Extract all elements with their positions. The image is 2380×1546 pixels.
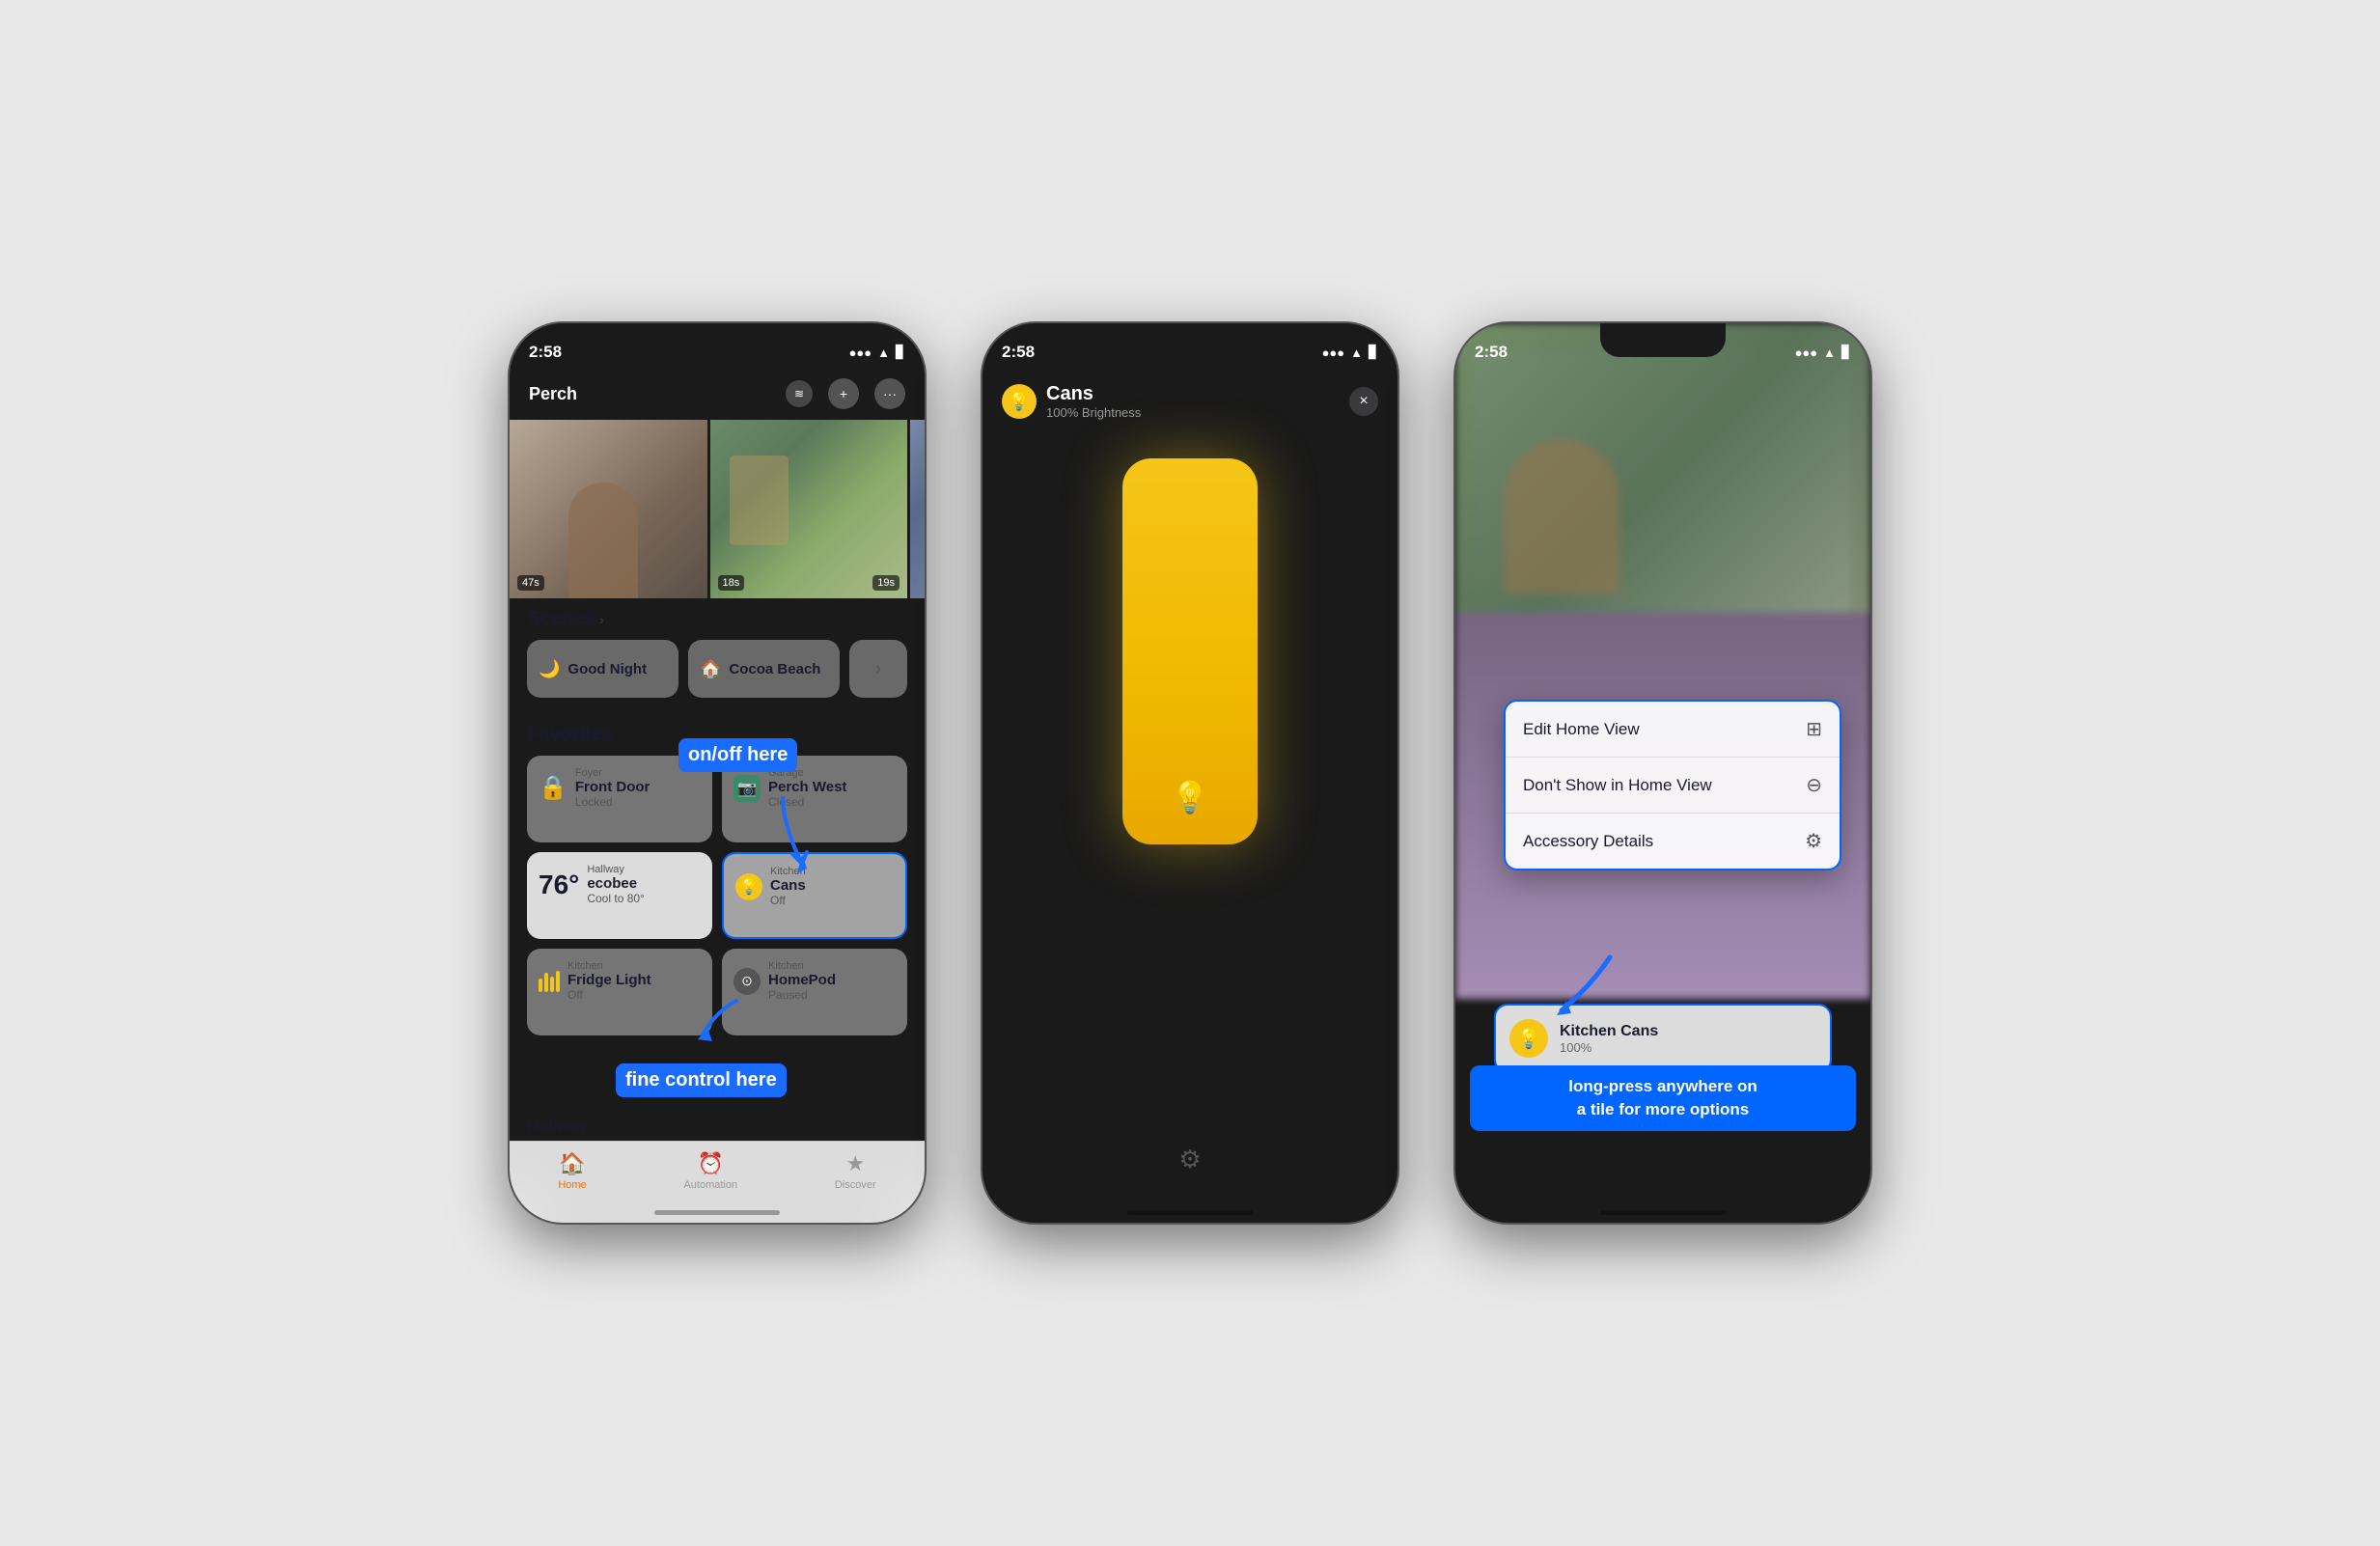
- fridge-icon: [539, 971, 560, 992]
- arch-shape: [730, 456, 789, 545]
- more-button[interactable]: ···: [874, 378, 905, 409]
- scene-good-night[interactable]: 🌙 Good Night: [527, 640, 678, 698]
- hallway-label: Hallway: [527, 1117, 588, 1136]
- chevron-right-icon: ›: [875, 658, 882, 680]
- context-menu: Edit Home View ⊞ Don't Show in Home View…: [1504, 700, 1841, 870]
- status-icons-3: ●●● ▲ ▊: [1795, 345, 1851, 360]
- add-button[interactable]: +: [828, 378, 859, 409]
- tab-home[interactable]: 🏠 Home: [558, 1151, 586, 1191]
- notch-3: [1600, 323, 1726, 357]
- discover-tab-icon: ★: [845, 1151, 865, 1176]
- context-accessory-details[interactable]: Accessory Details ⚙: [1506, 814, 1840, 869]
- notch-1: [654, 323, 780, 357]
- camera-strip[interactable]: 47s 18s 19s: [510, 420, 925, 598]
- camera-timestamp-3: 19s: [872, 575, 899, 591]
- annotation-fine-control: fine control here: [616, 1063, 787, 1097]
- battery-icon-3: ▊: [1841, 345, 1851, 360]
- bulb-visual[interactable]: 💡: [1122, 458, 1258, 844]
- home-indicator-3: [1600, 1210, 1726, 1215]
- bulb-icon: 💡: [735, 873, 762, 900]
- nav-title: Perch: [529, 384, 577, 404]
- tab-automation[interactable]: ⏰ Automation: [683, 1151, 737, 1191]
- home-indicator-2: [1127, 1210, 1253, 1215]
- fav-ecobee[interactable]: 76° Hallway ecobee Cool to 80°: [527, 852, 712, 939]
- gear-icon: ⚙: [1805, 829, 1822, 853]
- camera-icon: 📷: [733, 775, 761, 802]
- battery-icon-2: ▊: [1369, 345, 1378, 360]
- moon-icon: 🌙: [539, 659, 560, 679]
- home-tab-icon: 🏠: [559, 1151, 585, 1176]
- arrow-to-tile: [1542, 948, 1619, 1030]
- camera-tile-2[interactable]: 18s 19s: [710, 420, 908, 598]
- status-time-3: 2:58: [1475, 343, 1508, 362]
- home-indicator-1: [654, 1210, 780, 1215]
- signal-icon: ●●●: [849, 345, 872, 360]
- home-nav: Perch ≋ + ···: [510, 373, 925, 414]
- favorites-grid: 🔒 Foyer Front Door Locked 📷 Garage: [527, 756, 907, 939]
- cans-bulb-icon: 💡: [1002, 384, 1037, 419]
- scene-tiles: 🌙 Good Night 🏠 Cocoa Beach ›: [527, 640, 907, 698]
- phone-1: 2:58 ●●● ▲ ▊ Perch ≋ + ···: [510, 323, 925, 1223]
- cans-close-button[interactable]: ×: [1349, 387, 1378, 416]
- cans-gear-icon[interactable]: ⚙: [1178, 1145, 1201, 1174]
- phone3-annotation-text: long-press anywhere ona tile for more op…: [1470, 1065, 1856, 1131]
- wifi-icon-3: ▲: [1823, 345, 1836, 360]
- status-icons-1: ●●● ▲ ▊: [849, 345, 905, 360]
- signal-icon-2: ●●●: [1322, 345, 1345, 360]
- notch-2: [1127, 323, 1253, 357]
- camera-timestamp-2: 18s: [718, 575, 745, 591]
- cans-header-left: 💡 Cans 100% Brightness: [1002, 383, 1141, 420]
- lock-icon: 🔒: [539, 774, 567, 802]
- nav-icons: ≋ + ···: [786, 378, 905, 409]
- camera-timestamp-1: 47s: [517, 575, 544, 591]
- wifi-icon-2: ▲: [1350, 345, 1363, 360]
- fav-homepod[interactable]: ⊙ Kitchen HomePod Paused: [722, 949, 907, 1035]
- grid-icon: ⊞: [1806, 717, 1822, 741]
- fav-fridge-light[interactable]: Kitchen Fridge Light Off: [527, 949, 712, 1035]
- context-edit-home-view[interactable]: Edit Home View ⊞: [1506, 702, 1840, 758]
- status-time-2: 2:58: [1002, 343, 1035, 362]
- annotation-onoff: on/off here: [678, 738, 797, 772]
- phone-3: 2:58 ●●● ▲ ▊ Edit Home View ⊞ Don't Show…: [1455, 323, 1870, 1223]
- signal-icon-3: ●●●: [1795, 345, 1818, 360]
- bulb-bottom-icon: 💡: [1171, 779, 1209, 815]
- tab-discover[interactable]: ★ Discover: [835, 1151, 876, 1191]
- phone3-annotation: long-press anywhere ona tile for more op…: [1470, 1065, 1856, 1131]
- status-icons-2: ●●● ▲ ▊: [1322, 345, 1378, 360]
- camera-tile-1[interactable]: 47s: [510, 420, 707, 598]
- phone-2: 2:58 ●●● ▲ ▊ 💡 Cans 100% Brightness ×: [982, 323, 1398, 1223]
- scene-more[interactable]: ›: [849, 640, 907, 698]
- minus-circle-icon: ⊖: [1806, 773, 1822, 797]
- house-icon: 🏠: [700, 659, 721, 679]
- wifi-icon: ▲: [877, 345, 890, 360]
- arrow-to-cans: [768, 796, 816, 888]
- scenes-chevron-icon: ›: [599, 612, 604, 627]
- automation-tab-icon: ⏰: [698, 1151, 724, 1176]
- cans-header: 💡 Cans 100% Brightness ×: [982, 373, 1398, 429]
- camera-tile-3[interactable]: [910, 420, 925, 598]
- bulb-shape: 💡: [1122, 458, 1258, 844]
- arrow-fine-control: [688, 991, 746, 1054]
- scenes-section: Scenes › 🌙 Good Night 🏠 Cocoa Beach ›: [527, 608, 907, 703]
- context-dont-show[interactable]: Don't Show in Home View ⊖: [1506, 758, 1840, 814]
- scenes-header: Scenes ›: [527, 608, 907, 630]
- battery-icon: ▊: [896, 345, 905, 360]
- door-shape: [568, 483, 638, 598]
- cans-title-group: Cans 100% Brightness: [1046, 383, 1141, 420]
- scene-cocoa-beach[interactable]: 🏠 Cocoa Beach: [688, 640, 840, 698]
- status-time-1: 2:58: [529, 343, 562, 362]
- soundwave-icon: ≋: [794, 387, 804, 400]
